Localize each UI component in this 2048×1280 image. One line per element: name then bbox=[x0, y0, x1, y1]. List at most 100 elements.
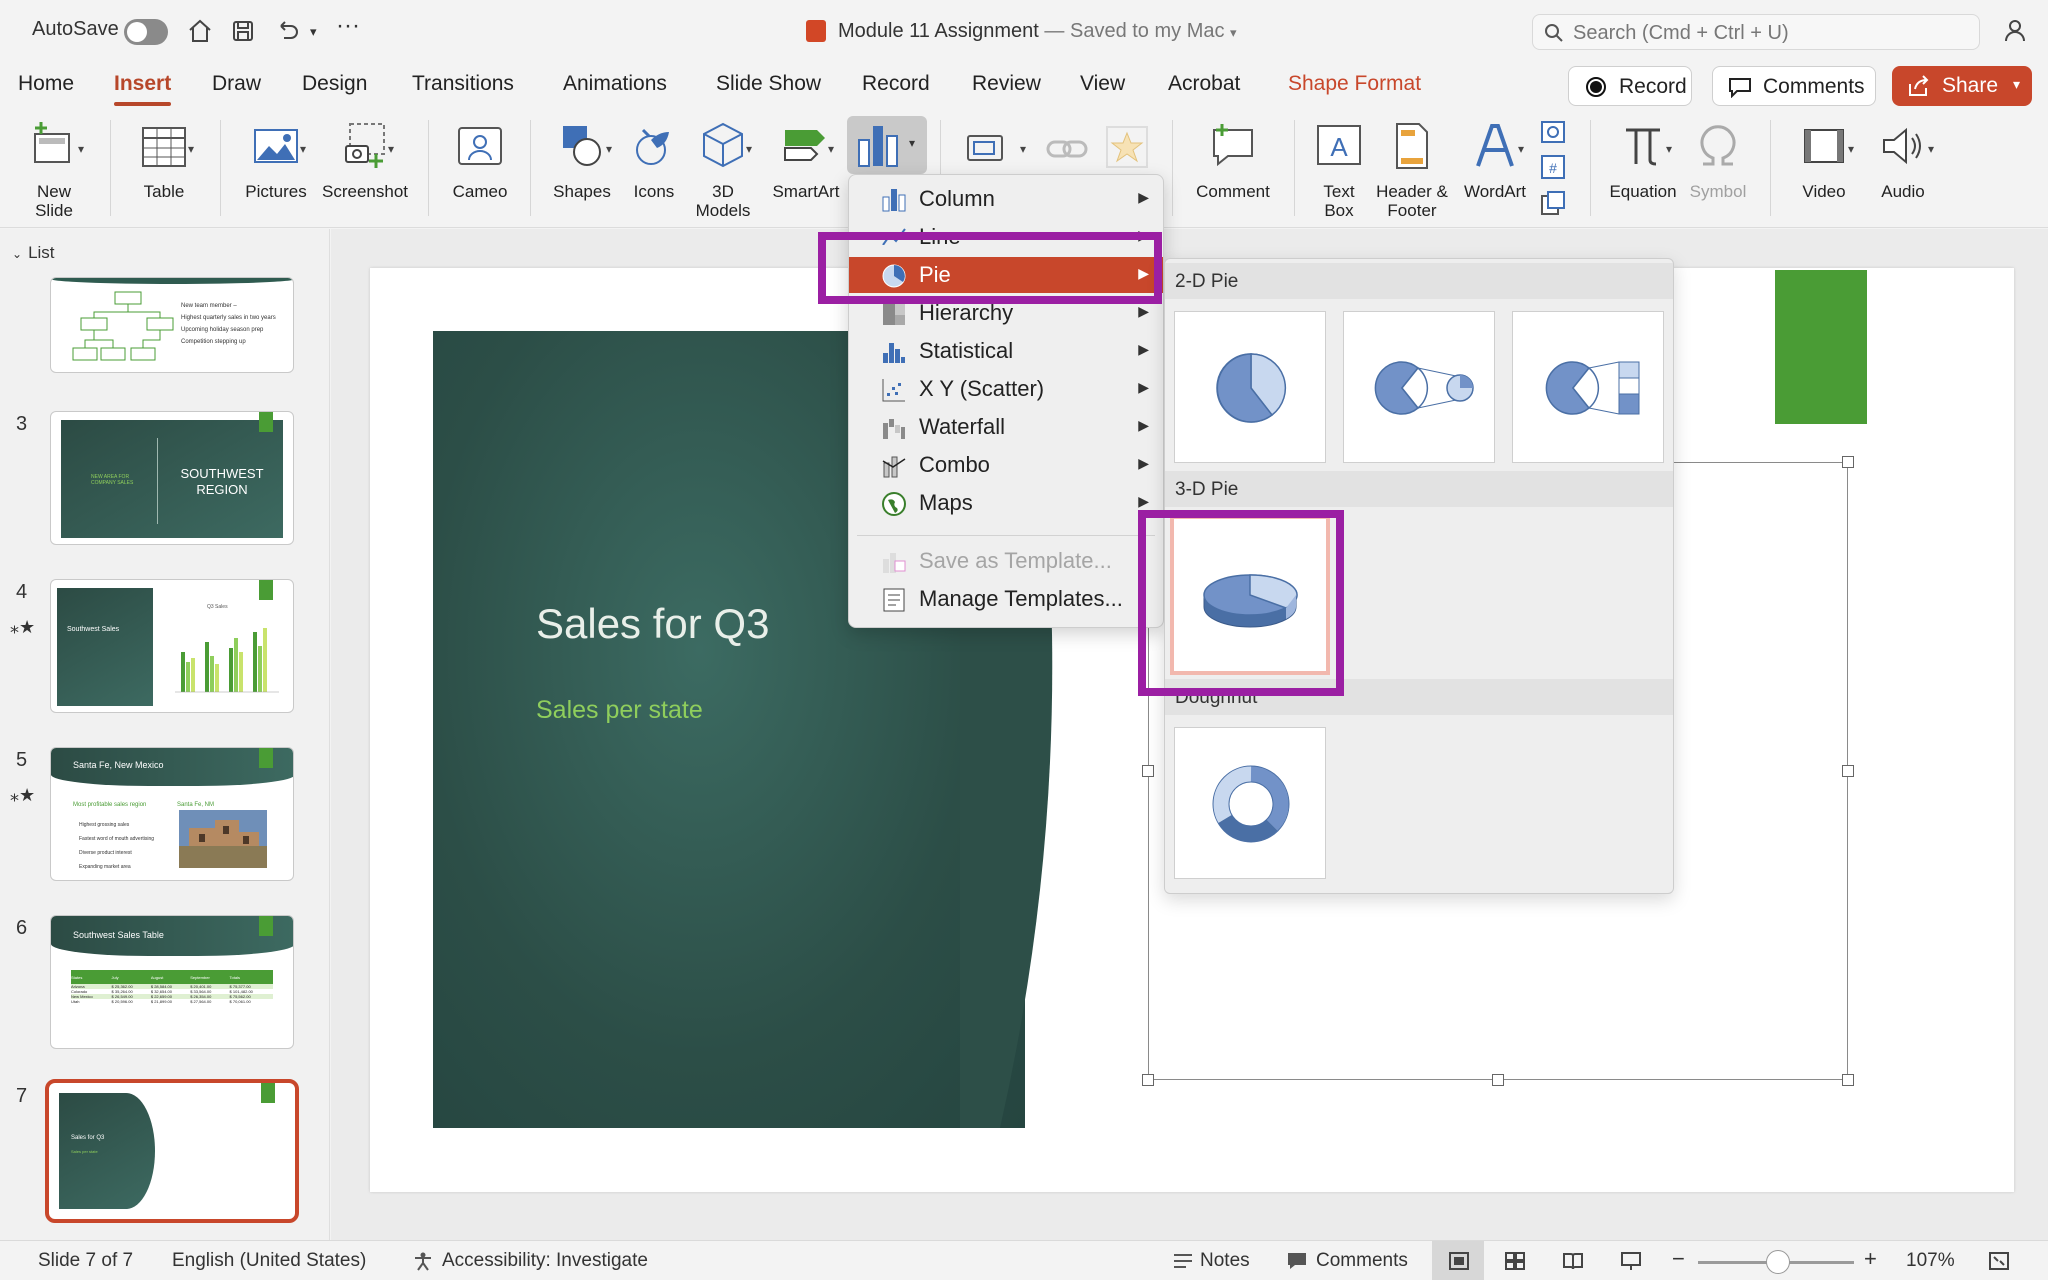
date-time-icon[interactable] bbox=[1538, 116, 1568, 146]
video-button[interactable]: Video bbox=[1786, 120, 1862, 201]
list-section-header[interactable]: ⌄ List bbox=[12, 243, 55, 263]
menu-item-column[interactable]: Column ▶ bbox=[849, 181, 1163, 217]
slide-number-icon[interactable]: # bbox=[1538, 152, 1568, 182]
normal-view-icon[interactable] bbox=[1448, 1251, 1470, 1271]
resize-handle[interactable] bbox=[1492, 1074, 1504, 1086]
document-title[interactable]: Module 11 Assignment — Saved to my Mac ▾ bbox=[838, 20, 1237, 43]
equation-dropdown-icon[interactable]: ▾ bbox=[1666, 142, 1672, 156]
zoom-out-button[interactable]: − bbox=[1672, 1246, 1685, 1272]
3d-models-dropdown-icon[interactable]: ▾ bbox=[746, 142, 752, 156]
account-icon[interactable] bbox=[2000, 14, 2034, 48]
save-icon[interactable] bbox=[226, 14, 260, 48]
resize-handle[interactable] bbox=[1842, 456, 1854, 468]
presenter-view-icon[interactable] bbox=[1620, 1251, 1642, 1271]
equation-button[interactable]: Equation bbox=[1600, 120, 1686, 201]
slide-thumbnail-5[interactable]: Santa Fe, New Mexico Most profitable sal… bbox=[50, 747, 294, 881]
tab-record[interactable]: Record bbox=[862, 72, 930, 96]
link-icon[interactable] bbox=[1044, 128, 1090, 168]
tab-animations[interactable]: Animations bbox=[563, 72, 667, 96]
search-box[interactable]: Search (Cmd + Ctrl + U) bbox=[1532, 14, 1980, 50]
share-button[interactable]: Share ▾ bbox=[1892, 66, 2032, 106]
menu-item-scatter[interactable]: X Y (Scatter) ▶ bbox=[849, 371, 1163, 407]
more-icon[interactable]: ··· bbox=[336, 12, 360, 40]
wordart-dropdown-icon[interactable]: ▾ bbox=[1518, 142, 1524, 156]
smartart-dropdown-icon[interactable]: ▾ bbox=[828, 142, 834, 156]
action-icon[interactable] bbox=[964, 128, 1012, 168]
autosave-toggle[interactable] bbox=[124, 19, 168, 45]
doughnut-option[interactable] bbox=[1174, 727, 1326, 879]
tab-acrobat[interactable]: Acrobat bbox=[1168, 72, 1240, 96]
tab-draw[interactable]: Draw bbox=[212, 72, 261, 96]
tab-home[interactable]: Home bbox=[18, 72, 74, 96]
bookmark-star-icon[interactable] bbox=[1104, 124, 1150, 170]
menu-item-combo[interactable]: Combo ▶ bbox=[849, 447, 1163, 483]
tab-view[interactable]: View bbox=[1080, 72, 1125, 96]
header-footer-button[interactable]: Header & Footer bbox=[1370, 120, 1454, 220]
pictures-dropdown-icon[interactable]: ▾ bbox=[300, 142, 306, 156]
fit-to-window-icon[interactable] bbox=[1988, 1251, 2010, 1271]
slide-thumbnail-6[interactable]: Southwest Sales Table States July August Se… bbox=[50, 915, 294, 1049]
notes-button[interactable]: Notes bbox=[1200, 1250, 1250, 1272]
pie-of-pie-option[interactable] bbox=[1343, 311, 1495, 463]
tab-design[interactable]: Design bbox=[302, 72, 367, 96]
zoom-in-button[interactable]: + bbox=[1864, 1246, 1877, 1272]
smartart-button[interactable]: SmartArt bbox=[764, 120, 848, 201]
table-dropdown-icon[interactable]: ▾ bbox=[188, 142, 194, 156]
reading-view-icon[interactable] bbox=[1562, 1251, 1584, 1271]
shapes-button[interactable]: Shapes bbox=[542, 120, 622, 201]
comments-button[interactable]: Comments bbox=[1712, 66, 1876, 106]
tab-insert[interactable]: Insert bbox=[114, 72, 172, 106]
resize-handle[interactable] bbox=[1142, 1074, 1154, 1086]
wordart-button[interactable]: WordArt bbox=[1456, 120, 1534, 201]
menu-item-maps[interactable]: Maps ▶ bbox=[849, 485, 1163, 521]
undo-icon[interactable] bbox=[270, 14, 304, 48]
slide-thumbnail-2[interactable]: New team member – Highest quarterly sale… bbox=[50, 277, 294, 373]
3d-models-button[interactable]: 3D Models bbox=[688, 120, 758, 220]
language-indicator[interactable]: English (United States) bbox=[172, 1250, 366, 1272]
accessibility-status[interactable]: Accessibility: Investigate bbox=[442, 1250, 648, 1272]
menu-item-manage-templates[interactable]: Manage Templates... bbox=[849, 581, 1163, 617]
zoom-slider-thumb[interactable] bbox=[1766, 1250, 1790, 1274]
search-input[interactable]: Search (Cmd + Ctrl + U) bbox=[1573, 22, 1789, 45]
zoom-level[interactable]: 107% bbox=[1906, 1250, 1955, 1272]
home-icon[interactable] bbox=[183, 14, 217, 48]
menu-item-save-as-template[interactable]: Save as Template... bbox=[849, 543, 1163, 579]
shapes-dropdown-icon[interactable]: ▾ bbox=[606, 142, 612, 156]
icons-button[interactable]: Icons bbox=[626, 120, 682, 201]
tab-shape-format[interactable]: Shape Format bbox=[1288, 72, 1421, 96]
record-button[interactable]: Record bbox=[1568, 66, 1692, 106]
tab-transitions[interactable]: Transitions bbox=[412, 72, 514, 96]
menu-item-statistical[interactable]: Statistical ▶ bbox=[849, 333, 1163, 369]
comment-button[interactable]: Comment bbox=[1188, 120, 1278, 201]
slide-green-accent[interactable] bbox=[1775, 270, 1867, 424]
audio-button[interactable]: Audio bbox=[1866, 120, 1940, 201]
tab-review[interactable]: Review bbox=[972, 72, 1041, 96]
slide-sorter-icon[interactable] bbox=[1504, 1251, 1526, 1271]
audio-dropdown-icon[interactable]: ▾ bbox=[1928, 142, 1934, 156]
cameo-button[interactable]: Cameo bbox=[440, 120, 520, 201]
chart-button[interactable]: ▾ bbox=[847, 116, 927, 174]
resize-handle[interactable] bbox=[1142, 765, 1154, 777]
symbol-button[interactable]: Symbol bbox=[1680, 120, 1756, 201]
slide-title[interactable]: Sales for Q3 bbox=[536, 600, 769, 648]
bar-of-pie-option[interactable] bbox=[1512, 311, 1664, 463]
screenshot-button[interactable]: Screenshot bbox=[318, 120, 412, 201]
undo-dropdown-icon[interactable]: ▾ bbox=[310, 24, 317, 40]
tab-slide-show[interactable]: Slide Show bbox=[716, 72, 821, 96]
comments-status-button[interactable]: Comments bbox=[1316, 1250, 1408, 1272]
slide-thumbnail-3[interactable]: NEW AREA FOR COMPANY SALES SOUTHWEST REG… bbox=[50, 411, 294, 545]
video-dropdown-icon[interactable]: ▾ bbox=[1848, 142, 1854, 156]
pie-2d-option[interactable] bbox=[1174, 311, 1326, 463]
slide-thumbnail-7[interactable]: Sales for Q3 Sales per state bbox=[45, 1079, 299, 1223]
resize-handle[interactable] bbox=[1842, 765, 1854, 777]
new-slide-button[interactable]: New Slide bbox=[14, 120, 94, 220]
table-button[interactable]: Table bbox=[124, 120, 204, 201]
object-icon[interactable] bbox=[1538, 188, 1568, 218]
slide-thumbnail-4[interactable]: Southwest Sales Q3 Sales bbox=[50, 579, 294, 713]
action-dropdown-icon[interactable]: ▾ bbox=[1020, 142, 1026, 156]
slide-subtitle[interactable]: Sales per state bbox=[536, 696, 703, 725]
text-box-button[interactable]: A Text Box bbox=[1304, 120, 1374, 220]
new-slide-dropdown-icon[interactable]: ▾ bbox=[78, 142, 84, 156]
menu-item-waterfall[interactable]: Waterfall ▶ bbox=[849, 409, 1163, 445]
resize-handle[interactable] bbox=[1842, 1074, 1854, 1086]
